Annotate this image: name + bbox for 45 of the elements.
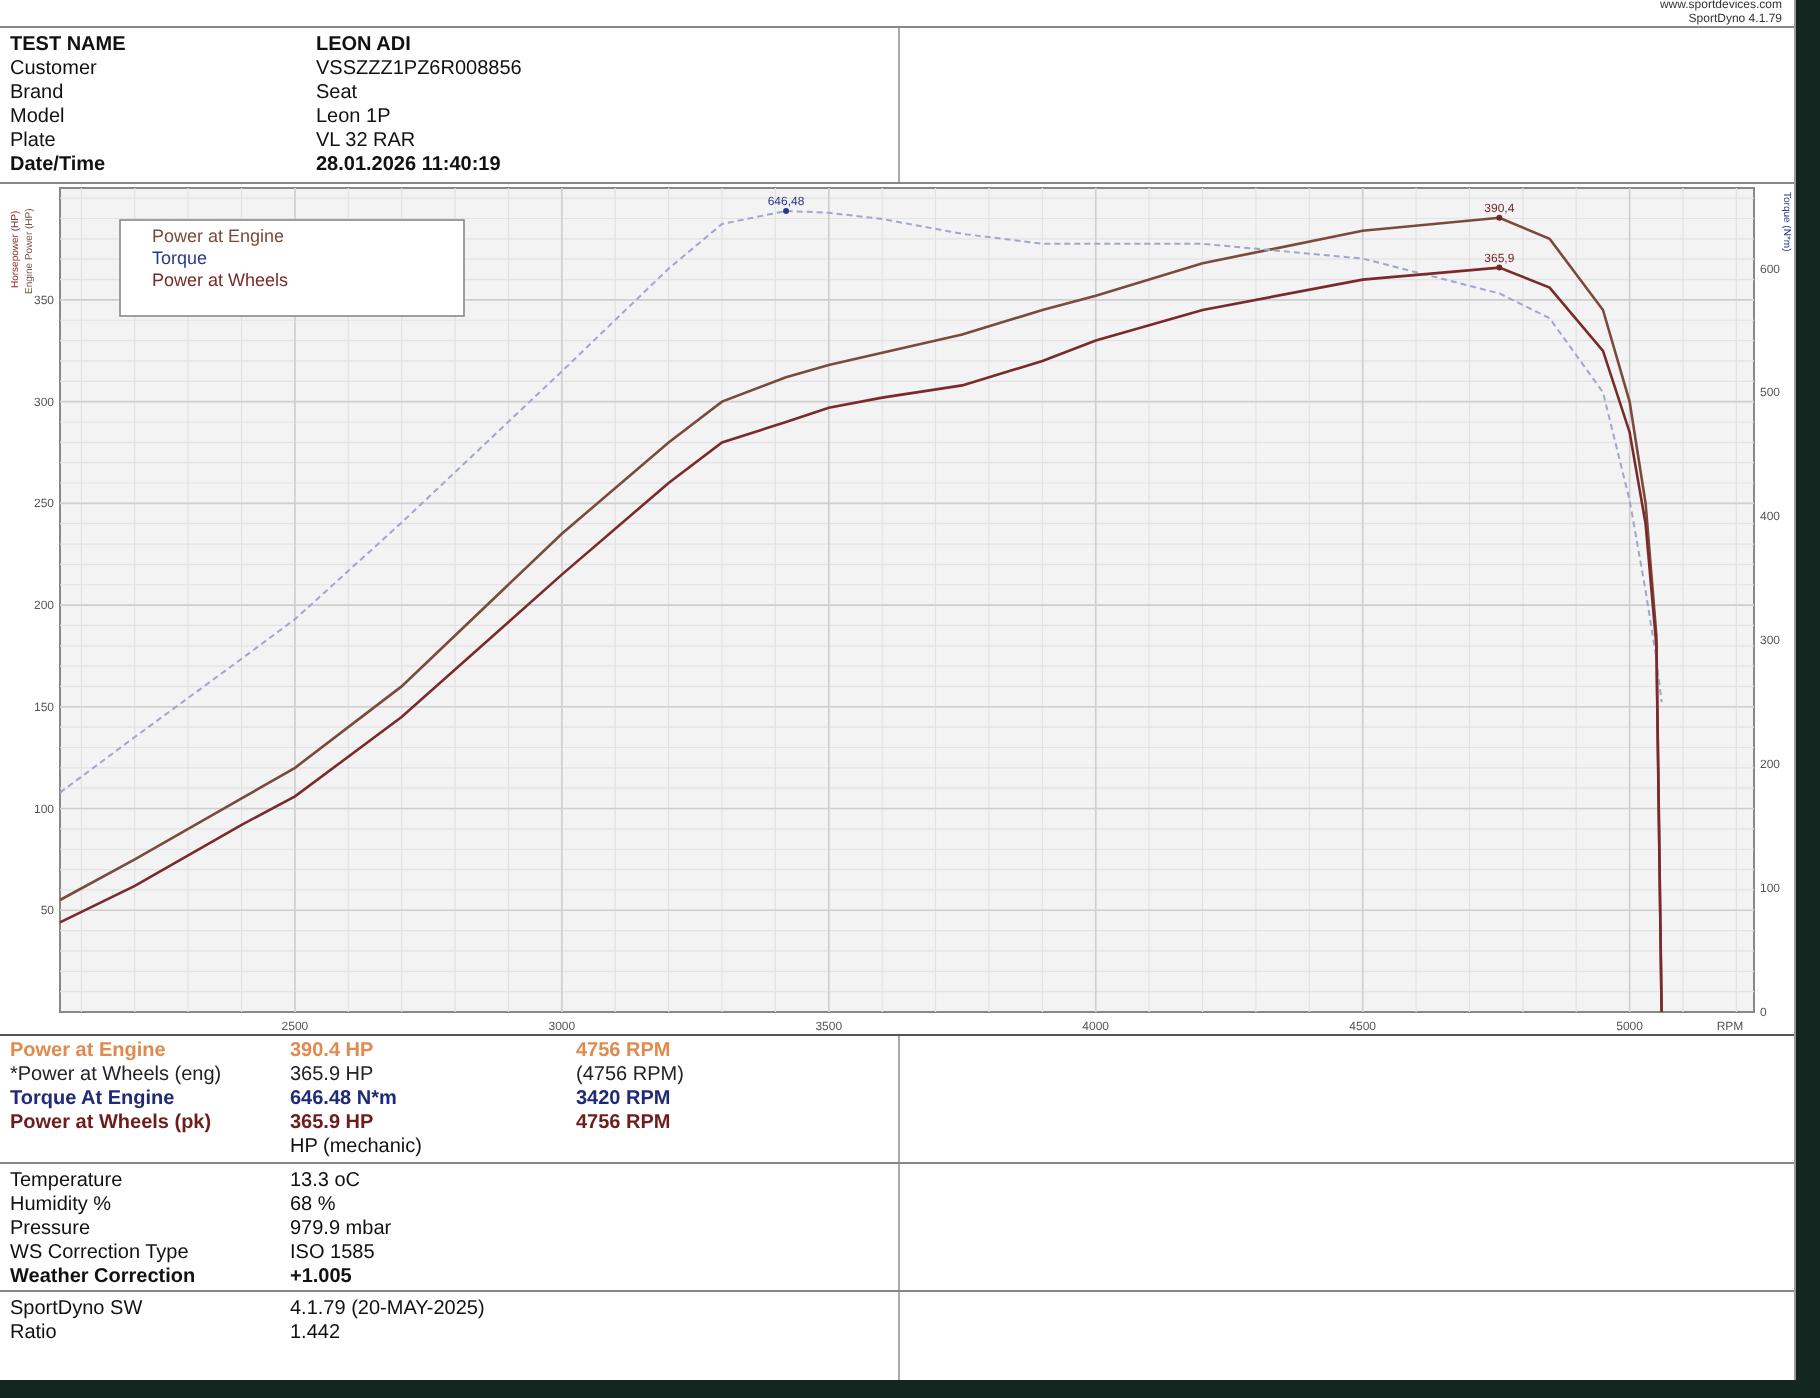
field-label: Model (10, 106, 67, 130)
peak-marker (783, 207, 790, 214)
peak-marker (1496, 264, 1503, 271)
result-label: Power at Engine (10, 1040, 168, 1064)
unit-note: HP (mechanic) (290, 1136, 424, 1160)
result-value: 4.1.79 (20-MAY-2025) (290, 1298, 487, 1322)
result-rpm: 4756 RPM (576, 1112, 673, 1136)
legend-item: Power at Wheels (152, 270, 289, 290)
result-value: 13.3 oC (290, 1170, 363, 1194)
result-label: Pressure (10, 1218, 93, 1242)
result-label: Power at Wheels (pk) (10, 1112, 214, 1136)
field-label: Brand (10, 82, 66, 106)
result-label: WS Correction Type (10, 1242, 191, 1266)
field-value: LEON ADI (316, 34, 413, 58)
result-value: ISO 1585 (290, 1242, 377, 1266)
field-label: Customer (10, 58, 99, 82)
result-label: Humidity % (10, 1194, 114, 1218)
field-value: VL 32 RAR (316, 130, 418, 154)
result-label: Torque At Engine (10, 1088, 177, 1112)
result-value: 365.9 HP (290, 1112, 376, 1136)
result-label: Weather Correction (10, 1266, 198, 1290)
result-label: SportDyno SW (10, 1298, 145, 1322)
result-value: 390.4 HP (290, 1040, 376, 1064)
result-label: Temperature (10, 1170, 125, 1194)
field-value: 28.01.2026 11:40:19 (316, 154, 503, 178)
result-value: 979.9 mbar (290, 1218, 394, 1242)
result-value: 1.442 (290, 1322, 343, 1346)
result-value: +1.005 (290, 1266, 354, 1290)
field-label: TEST NAME (10, 34, 128, 58)
result-rpm: (4756 RPM) (576, 1064, 686, 1088)
field-value: VSSZZZ1PZ6R008856 (316, 58, 524, 82)
result-value: 646.48 N*m (290, 1088, 399, 1112)
result-value: 365.9 HP (290, 1064, 376, 1088)
result-rpm: 4756 RPM (576, 1040, 673, 1064)
result-value: 68 % (290, 1194, 338, 1218)
field-value: Seat (316, 82, 360, 106)
result-label: Ratio (10, 1322, 59, 1346)
result-label: *Power at Wheels (eng) (10, 1064, 224, 1088)
legend-item: Power at Engine (152, 226, 285, 246)
peak-marker (1496, 214, 1503, 221)
field-label: Plate (10, 130, 58, 154)
field-value: Leon 1P (316, 106, 393, 130)
legend-item: Torque (152, 248, 208, 268)
result-rpm: 3420 RPM (576, 1088, 673, 1112)
field-label: Date/Time (10, 154, 108, 178)
